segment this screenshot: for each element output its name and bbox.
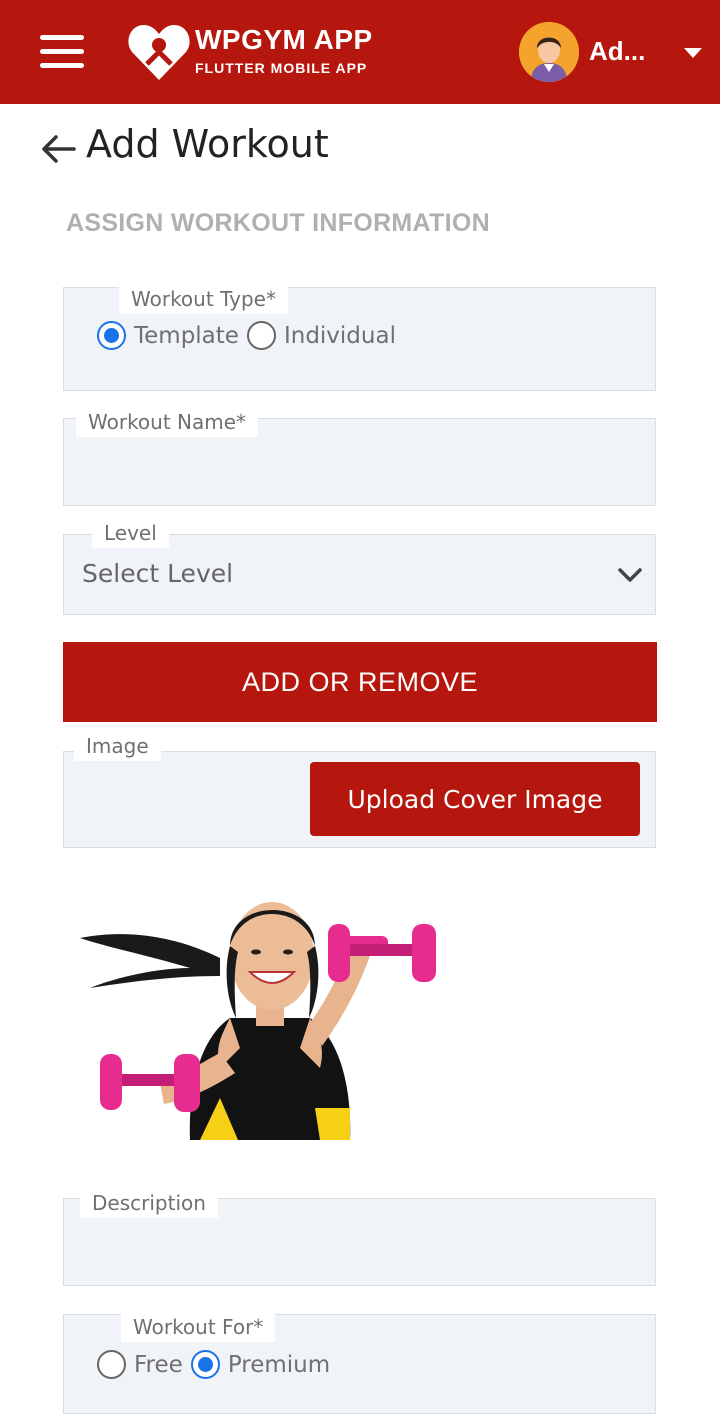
workout-for-label: Workout For* <box>121 1312 276 1342</box>
brand-title: WPGYM APP <box>195 24 373 55</box>
arrow-left-icon[interactable] <box>40 132 76 166</box>
section-title: ASSIGN WORKOUT INFORMATION <box>66 209 490 237</box>
add-or-remove-button[interactable]: ADD OR REMOVE <box>63 642 657 722</box>
description-label: Description <box>80 1188 218 1218</box>
radio-free-label[interactable]: Free <box>134 1352 183 1378</box>
radio-premium[interactable] <box>190 1350 220 1379</box>
menu-icon[interactable] <box>40 35 84 69</box>
cover-image-preview <box>70 868 450 1140</box>
radio-individual-label[interactable]: Individual <box>284 323 396 349</box>
radio-premium-label[interactable]: Premium <box>228 1352 330 1378</box>
upload-cover-image-button[interactable]: Upload Cover Image <box>310 762 640 836</box>
page-title: Add Workout <box>86 122 329 166</box>
brand-subtitle: FLUTTER MOBILE APP <box>195 60 368 76</box>
workout-type-label: Workout Type* <box>119 284 288 314</box>
workout-type-options: Template Individual <box>97 321 404 350</box>
workout-name-label: Workout Name* <box>76 407 259 437</box>
user-name[interactable]: Ad... <box>589 36 645 67</box>
chevron-down-icon <box>618 568 642 582</box>
radio-free[interactable] <box>97 1350 126 1379</box>
caret-down-icon[interactable] <box>684 48 702 58</box>
radio-template-label[interactable]: Template <box>134 323 239 349</box>
level-select-value: Select Level <box>82 559 234 588</box>
image-field: Upload Cover Image <box>63 751 656 848</box>
workout-for-options: Free Premium <box>97 1350 338 1379</box>
brand-logo <box>128 25 190 80</box>
avatar[interactable] <box>519 22 579 82</box>
radio-template[interactable] <box>97 321 126 350</box>
level-label: Level <box>92 518 169 548</box>
app-bar: WPGYM APP FLUTTER MOBILE APP Ad... <box>0 0 720 104</box>
radio-individual[interactable] <box>246 321 276 350</box>
user-avatar-icon <box>519 22 579 82</box>
image-label: Image <box>74 731 161 761</box>
